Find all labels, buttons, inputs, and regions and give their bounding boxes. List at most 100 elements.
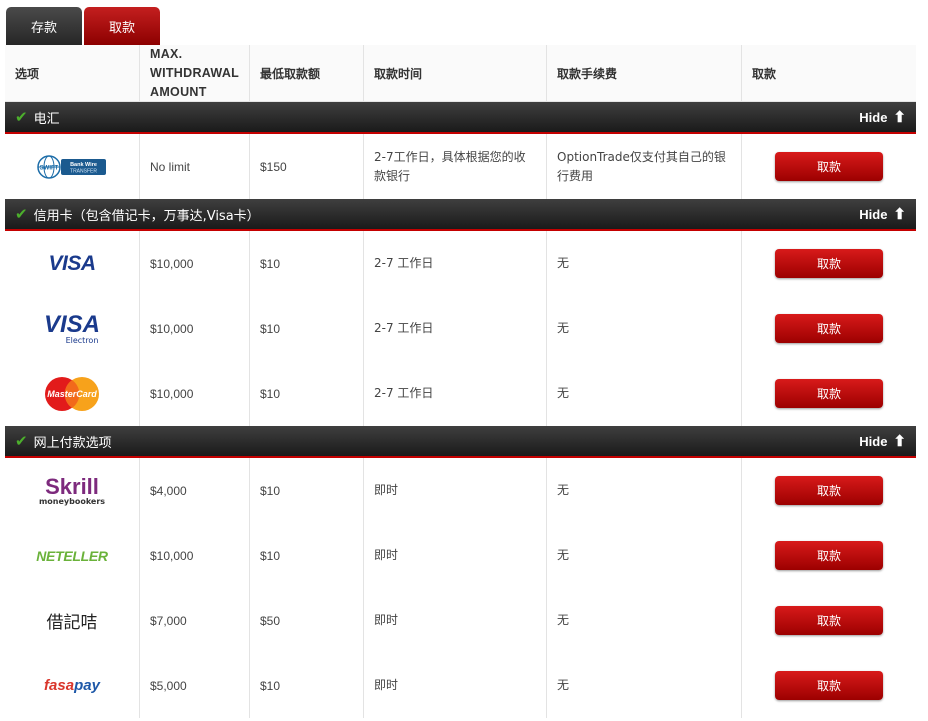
min-amount: $10 — [250, 361, 364, 426]
withdraw-button[interactable]: 取款 — [775, 541, 883, 570]
withdraw-fee: 无 — [547, 361, 742, 426]
withdraw-button[interactable]: 取款 — [775, 606, 883, 635]
check-icon: ✔ — [15, 108, 28, 126]
table-row: 借記咭 $7,000 $50 即时 无 取款 — [5, 588, 916, 653]
hide-label: Hide — [859, 206, 888, 222]
table-row: NETELLER $10,000 $10 即时 无 取款 — [5, 523, 916, 588]
moneybookers-text: moneybookers — [38, 496, 106, 506]
table-row: fasapay $5,000 $10 即时 无 取款 — [5, 653, 916, 718]
table-header: 选项 MAX. WITHDRAWAL AMOUNT 最低取款额 取款时间 取款手… — [5, 45, 916, 102]
table-row: VISA $10,000 $10 2-7 工作日 无 取款 — [5, 231, 916, 296]
max-amount: $5,000 — [140, 653, 250, 718]
min-amount: $10 — [250, 458, 364, 523]
action-cell: 取款 — [742, 134, 916, 199]
neteller-text: NETELLER — [36, 547, 108, 564]
arrow-up-icon: ⬆ — [893, 109, 906, 126]
visa-logo: VISA — [5, 231, 140, 296]
min-amount: $10 — [250, 231, 364, 296]
svg-text:TRANSFER: TRANSFER — [70, 168, 97, 174]
electron-text: Electron — [65, 335, 99, 345]
withdraw-button[interactable]: 取款 — [775, 379, 883, 408]
neteller-logo: NETELLER — [5, 523, 140, 588]
section-wire[interactable]: ✔ 电汇 Hide ⬆ — [5, 102, 916, 134]
fasapay-logo: fasapay — [5, 653, 140, 718]
max-amount: $10,000 — [140, 361, 250, 426]
withdraw-fee: 无 — [547, 231, 742, 296]
action-cell: 取款 — [742, 361, 916, 426]
withdrawal-table: 选项 MAX. WITHDRAWAL AMOUNT 最低取款额 取款时间 取款手… — [5, 45, 916, 718]
section-title: 信用卡（包含借记卡，万事达,Visa卡） — [33, 208, 260, 224]
withdraw-button[interactable]: 取款 — [775, 314, 883, 343]
header-option: 选项 — [5, 45, 140, 101]
action-cell: 取款 — [742, 523, 916, 588]
action-cell: 取款 — [742, 653, 916, 718]
withdraw-fee: OptionTrade仅支付其自己的银行费用 — [547, 134, 742, 199]
action-cell: 取款 — [742, 231, 916, 296]
withdraw-time: 2-7工作日，具体根据您的收款银行 — [364, 134, 547, 199]
max-amount: $4,000 — [140, 458, 250, 523]
visa-logo-text: VISA — [48, 251, 96, 275]
withdraw-button[interactable]: 取款 — [775, 249, 883, 278]
withdraw-time: 即时 — [364, 523, 547, 588]
check-icon: ✔ — [15, 205, 28, 223]
check-icon: ✔ — [15, 432, 28, 450]
hide-toggle[interactable]: Hide ⬆ — [859, 426, 906, 456]
max-amount: $7,000 — [140, 588, 250, 653]
arrow-up-icon: ⬆ — [893, 206, 906, 223]
svg-text:Bank Wire: Bank Wire — [70, 162, 97, 168]
withdraw-button[interactable]: 取款 — [775, 671, 883, 700]
visa-electron-logo: VISA Electron — [5, 296, 140, 361]
debit-card-text: 借記咭 — [5, 588, 140, 653]
withdraw-time: 即时 — [364, 653, 547, 718]
withdraw-fee: 无 — [547, 458, 742, 523]
header-fee: 取款手续费 — [547, 45, 742, 101]
withdraw-fee: 无 — [547, 588, 742, 653]
withdraw-button[interactable]: 取款 — [775, 152, 883, 181]
section-online-payment[interactable]: ✔ 网上付款选项 Hide ⬆ — [5, 426, 916, 458]
swift-bank-wire-logo: SWIFT Bank Wire TRANSFER — [5, 134, 140, 199]
header-max-line1: MAX. — [150, 46, 183, 61]
skrill-logo: Skrill moneybookers — [5, 458, 140, 523]
debit-card-label: 借記咭 — [46, 613, 98, 633]
max-amount: No limit — [140, 134, 250, 199]
withdraw-fee: 无 — [547, 653, 742, 718]
header-time: 取款时间 — [364, 45, 547, 101]
min-amount: $150 — [250, 134, 364, 199]
svg-text:SWIFT: SWIFT — [40, 165, 59, 171]
withdraw-time: 即时 — [364, 588, 547, 653]
max-amount: $10,000 — [140, 231, 250, 296]
svg-text:MasterCard: MasterCard — [47, 389, 97, 399]
fasapay-text: fasapay — [44, 677, 100, 694]
visa-logo-text: VISA — [43, 310, 100, 338]
withdraw-button[interactable]: 取款 — [775, 476, 883, 505]
section-title: 电汇 — [33, 111, 60, 127]
max-amount: $10,000 — [140, 296, 250, 361]
section-title: 网上付款选项 — [33, 435, 112, 451]
table-row: MasterCard $10,000 $10 2-7 工作日 无 取款 — [5, 361, 916, 426]
mastercard-logo: MasterCard — [5, 361, 140, 426]
tab-withdraw[interactable]: 取款 — [84, 7, 160, 45]
arrow-up-icon: ⬆ — [893, 433, 906, 450]
hide-toggle[interactable]: Hide ⬆ — [859, 102, 906, 132]
hide-toggle[interactable]: Hide ⬆ — [859, 199, 906, 229]
withdraw-time: 2-7 工作日 — [364, 296, 547, 361]
table-row: VISA Electron $10,000 $10 2-7 工作日 无 取款 — [5, 296, 916, 361]
withdraw-time: 2-7 工作日 — [364, 231, 547, 296]
action-cell: 取款 — [742, 588, 916, 653]
header-min: 最低取款额 — [250, 45, 364, 101]
min-amount: $10 — [250, 653, 364, 718]
max-amount: $10,000 — [140, 523, 250, 588]
min-amount: $50 — [250, 588, 364, 653]
tab-deposit[interactable]: 存款 — [6, 7, 82, 45]
skrill-text: Skrill — [45, 473, 99, 499]
hide-label: Hide — [859, 433, 888, 449]
tab-bar: 存款 取款 — [6, 7, 160, 45]
hide-label: Hide — [859, 109, 888, 125]
min-amount: $10 — [250, 296, 364, 361]
withdraw-fee: 无 — [547, 523, 742, 588]
min-amount: $10 — [250, 523, 364, 588]
header-max-line2: WITHDRAWAL — [150, 65, 240, 80]
withdraw-fee: 无 — [547, 296, 742, 361]
table-row: SWIFT Bank Wire TRANSFER No limit $150 2… — [5, 134, 916, 199]
section-credit-card[interactable]: ✔ 信用卡（包含借记卡，万事达,Visa卡） Hide ⬆ — [5, 199, 916, 231]
